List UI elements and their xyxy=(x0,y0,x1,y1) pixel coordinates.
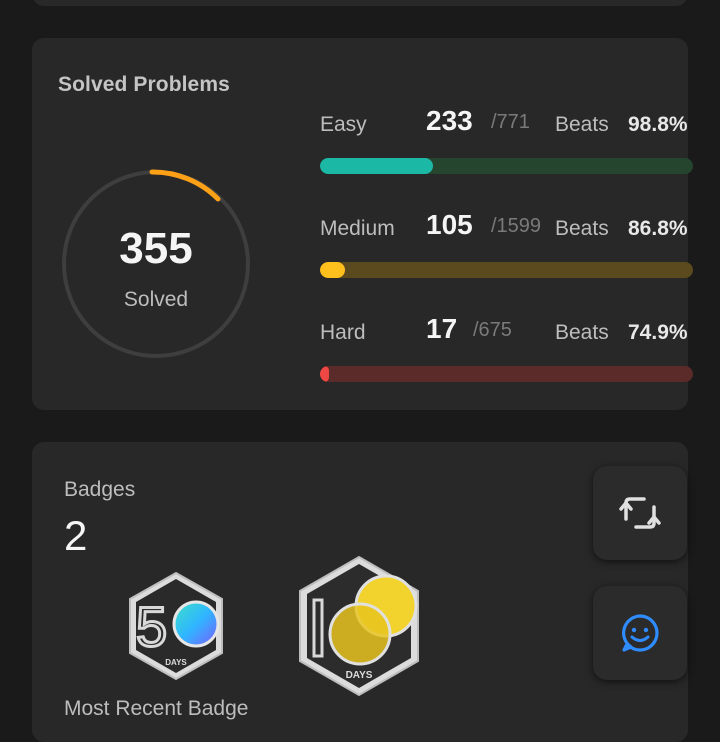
solved-problems-card: Solved Problems 355 Solved Easy 233 /771… xyxy=(32,38,693,410)
easy-beats-value: 98.8% xyxy=(628,113,688,136)
medium-progress-fill xyxy=(320,262,345,278)
easy-count: 233 xyxy=(426,105,473,136)
hard-count: 17 xyxy=(426,313,458,344)
hard-total: /675 xyxy=(473,319,512,341)
svg-text:5: 5 xyxy=(136,595,167,658)
100-days-badge-icon[interactable]: DAYS xyxy=(294,554,424,698)
solved-count: 355 xyxy=(119,224,193,273)
medium-count: 105 xyxy=(426,209,473,240)
badges-title: Badges xyxy=(64,478,136,501)
hard-beats-value: 74.9% xyxy=(628,321,688,344)
hard-label: Hard xyxy=(320,321,366,344)
repeat-button[interactable] xyxy=(593,466,687,560)
easy-total: /771 xyxy=(491,111,530,133)
most-recent-badge-label: Most Recent Badge xyxy=(64,697,249,720)
medium-label: Medium xyxy=(320,217,395,240)
previous-card xyxy=(32,0,688,6)
easy-progress-fill xyxy=(320,158,433,174)
solved-progress-arc xyxy=(149,169,221,202)
easy-beats-label: Beats xyxy=(555,113,609,136)
repeat-icon xyxy=(619,497,661,529)
50-days-caption: DAYS xyxy=(165,658,187,667)
medium-beats-value: 86.8% xyxy=(628,217,688,240)
easy-label: Easy xyxy=(320,113,367,136)
50-days-badge-icon[interactable]: 5 DAYS xyxy=(124,570,228,682)
solved-problems-title: Solved Problems xyxy=(58,73,230,96)
chat-button[interactable] xyxy=(593,586,687,680)
solved-label: Solved xyxy=(123,288,189,311)
easy-progress-bar xyxy=(320,158,693,174)
badges-card: Badges 2 5 DAYS DAYS Most Recent Badge xyxy=(32,442,688,742)
hard-beats-label: Beats xyxy=(555,321,609,344)
hard-progress-fill xyxy=(320,366,330,382)
medium-progress-bar xyxy=(320,262,693,278)
chat-smile-icon xyxy=(622,614,659,652)
medium-total: /1599 xyxy=(491,215,542,237)
badges-count: 2 xyxy=(64,512,88,559)
hard-progress-bar xyxy=(320,366,693,382)
100-days-caption: DAYS xyxy=(346,670,373,681)
medium-beats-label: Beats xyxy=(555,217,609,240)
